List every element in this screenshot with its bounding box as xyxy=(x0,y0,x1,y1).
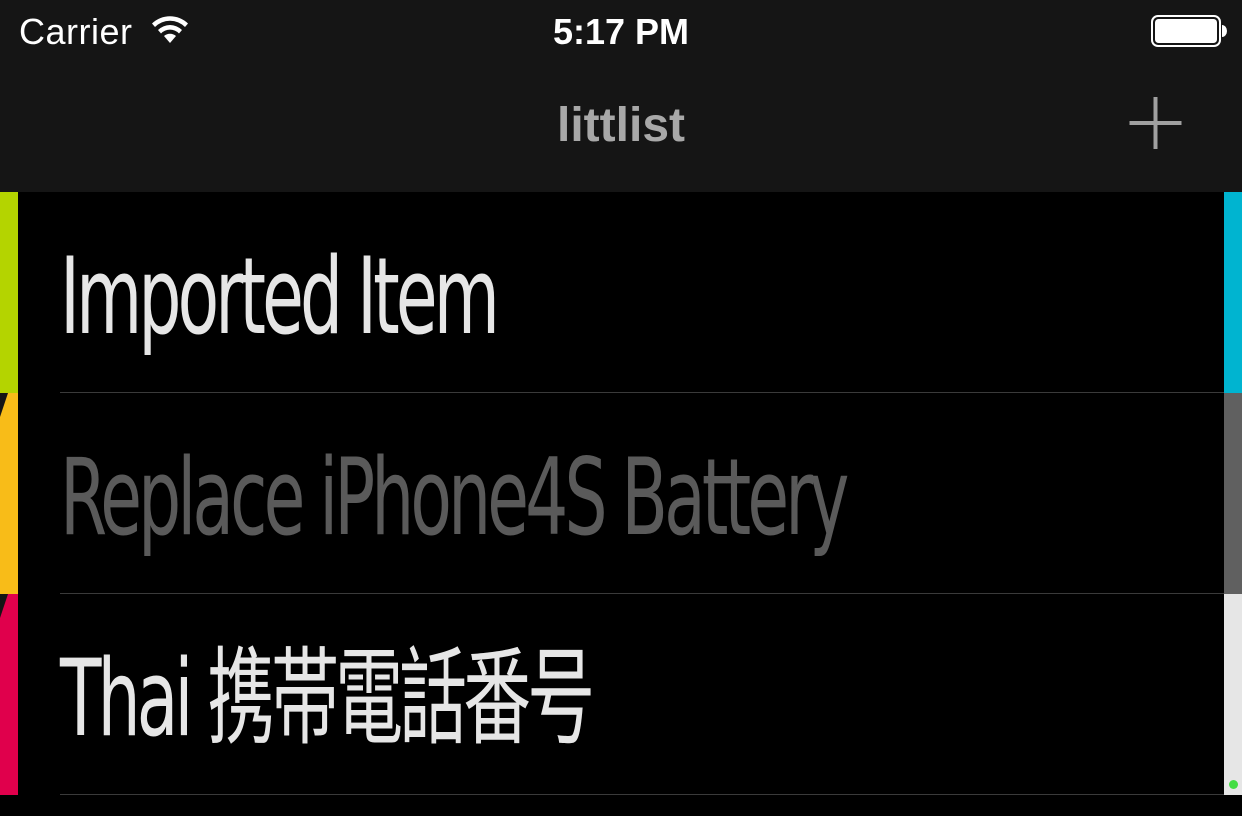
indicator-dot xyxy=(1229,780,1238,789)
list-item[interactable]: Imported Item xyxy=(0,192,1242,393)
list-item-status-strip[interactable] xyxy=(1224,393,1242,594)
list-item[interactable]: Thai 携帯電話番号 xyxy=(0,594,1242,795)
add-button[interactable] xyxy=(1122,90,1188,156)
top-bar: Carrier 5:17 PM littlist xyxy=(0,0,1242,192)
nav-title: littlist xyxy=(557,99,685,152)
list-item-label: Thai 携帯電話番号 xyxy=(60,637,595,760)
list-item-label: Replace iPhone4S Battery xyxy=(60,436,849,559)
list-item-color-tag xyxy=(0,594,18,795)
list-item[interactable]: Replace iPhone4S Battery xyxy=(0,393,1242,594)
list-item-label: Imported Item xyxy=(60,235,500,358)
status-time: 5:17 PM xyxy=(552,11,690,52)
item-list: Imported Item Replace iPhone4S Battery T… xyxy=(0,192,1242,816)
list-item-color-tag xyxy=(0,393,18,594)
battery-icon xyxy=(1151,15,1227,47)
app-screen: Carrier 5:17 PM littlist Imported Item R… xyxy=(0,0,1242,816)
list-item-status-strip[interactable] xyxy=(1224,594,1242,795)
plus-icon xyxy=(1129,97,1182,149)
row-divider xyxy=(60,794,1224,795)
list-item-color-tag xyxy=(0,192,18,393)
list-item-status-strip[interactable] xyxy=(1224,192,1242,393)
